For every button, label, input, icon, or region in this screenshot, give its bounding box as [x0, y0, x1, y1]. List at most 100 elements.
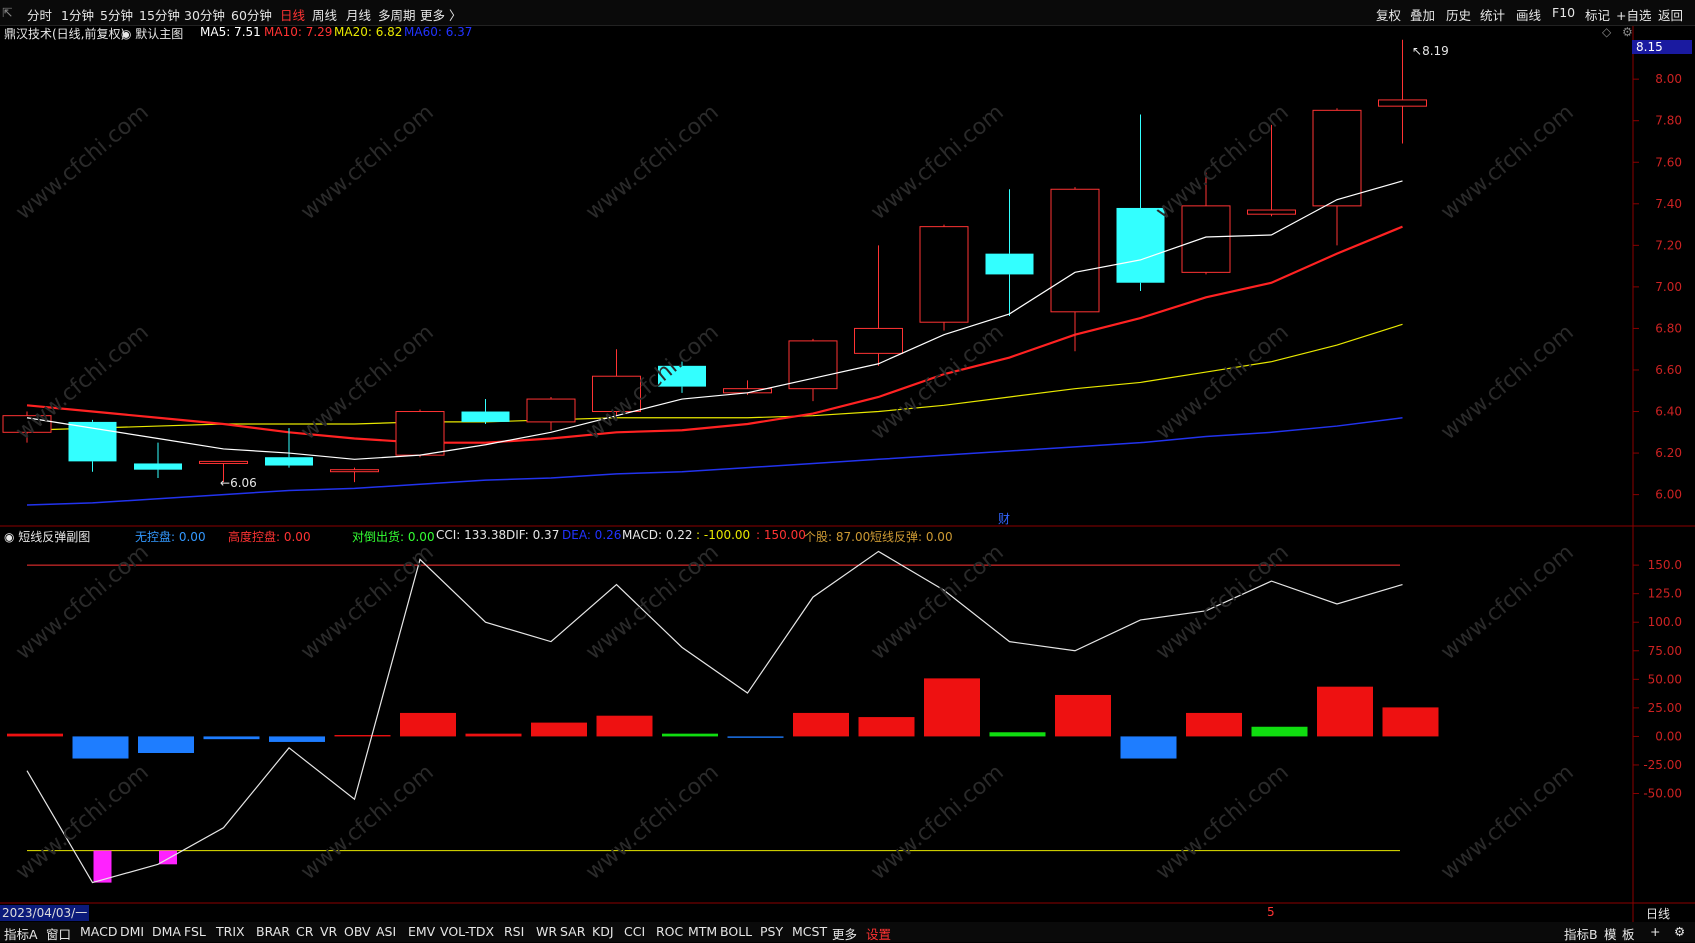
macd-bar	[1317, 686, 1373, 737]
macd-bar	[1186, 712, 1242, 737]
candle-body-down	[1116, 207, 1165, 283]
indicator-tab-12[interactable]: EMV	[408, 924, 435, 939]
candle-body-down	[265, 457, 313, 466]
indicator-tab-15[interactable]: WR	[536, 924, 557, 939]
price-tick-label: 7.20	[1655, 238, 1682, 252]
macd-bar	[727, 736, 784, 738]
indicator-tab-24[interactable]: 更多	[832, 924, 857, 943]
macd-bar	[793, 712, 849, 737]
price-tick-label: 6.40	[1655, 405, 1682, 419]
macd-bar	[465, 733, 522, 737]
indicator-tab-4[interactable]: DMA	[152, 924, 181, 939]
indicator-tab-9[interactable]: VR	[320, 924, 337, 939]
indicator-tab-1[interactable]: 窗口	[46, 924, 71, 943]
indicator-tab-10[interactable]: OBV	[344, 924, 371, 939]
sub-tick-label: -25.00	[1643, 758, 1682, 772]
macd-bar	[1120, 736, 1177, 759]
indicator-tab-5[interactable]: FSL	[184, 924, 206, 939]
macd-bar	[531, 722, 587, 737]
macd-bar	[858, 717, 915, 737]
candle-body-down	[985, 253, 1034, 275]
indicator-tab-14[interactable]: RSI	[504, 924, 524, 939]
date-cursor: 2023/04/03/一	[0, 905, 90, 921]
macd-bar	[72, 736, 129, 759]
candle-body-up	[1247, 209, 1296, 215]
macd-bar	[1251, 726, 1308, 737]
indicator-tab-22[interactable]: PSY	[760, 924, 783, 939]
indicator-tabs: 指标A 窗口 MACD DMI DMA FSL TRIX BRAR CR VR OBV ASI EMV V…	[0, 922, 1695, 942]
low-price-marker: ←6.06	[220, 476, 257, 490]
price-tick-label: 6.60	[1655, 363, 1682, 377]
candle-body-up	[526, 398, 576, 423]
price-tick-label: 7.00	[1655, 280, 1682, 294]
indicator-tab-23[interactable]: MCST	[792, 924, 827, 939]
candle-body-down	[461, 411, 510, 422]
finance-marker[interactable]: 财	[998, 510, 1010, 527]
macd-bar	[334, 735, 391, 737]
candle-body-up	[854, 327, 903, 354]
candle-body-up	[199, 460, 248, 464]
bottom-right-btn-3[interactable]: +	[1650, 924, 1660, 939]
price-tick-label: 7.60	[1655, 155, 1682, 169]
price-tick-label: 6.20	[1655, 446, 1682, 460]
indicator-tab-19[interactable]: ROC	[656, 924, 683, 939]
month-marker: 5	[1267, 905, 1275, 919]
high-price-value: 8.19	[1422, 44, 1449, 58]
price-tick-label: 7.40	[1655, 197, 1682, 211]
indicator-tab-13[interactable]: VOL-TDX	[440, 924, 494, 939]
candle-body-up	[919, 226, 969, 323]
indicator-tab-8[interactable]: CR	[296, 924, 313, 939]
sub-tick-label: 150.0	[1648, 558, 1682, 572]
candle-body-up	[1378, 99, 1427, 107]
indicator-tab-21[interactable]: BOLL	[720, 924, 752, 939]
macd-bar	[924, 678, 980, 737]
bottom-right-btn-2[interactable]: 板	[1622, 924, 1635, 943]
macd-bar	[203, 736, 260, 740]
high-price-marker: ↖8.19	[1412, 44, 1449, 58]
sub-tick-label: 100.0	[1648, 615, 1682, 629]
sub-tick-label: 25.00	[1648, 701, 1682, 715]
candle-body-up	[395, 411, 445, 456]
sub-tick-label: -50.00	[1643, 787, 1682, 801]
macd-bar	[400, 712, 456, 737]
indicator-tab-7[interactable]: BRAR	[256, 924, 290, 939]
candle-body-up	[330, 469, 379, 473]
price-tick-label: 7.80	[1655, 114, 1682, 128]
macd-bar	[138, 736, 194, 754]
low-price-value: 6.06	[230, 476, 257, 490]
current-price-tag: 8.15	[1632, 40, 1692, 54]
sub-tick-label: 50.00	[1648, 672, 1682, 686]
candle-body-down	[134, 463, 182, 470]
bottom-right-btn-1[interactable]: 模	[1604, 924, 1617, 943]
candle-body-up	[1181, 205, 1231, 273]
indicator-tab-11[interactable]: ASI	[376, 924, 396, 939]
macd-bar	[596, 715, 653, 737]
indicator-tab-6[interactable]: TRIX	[216, 924, 245, 939]
candle-body-up	[1312, 109, 1362, 207]
macd-bar	[662, 733, 718, 737]
macd-bar	[269, 736, 325, 742]
indicator-tab-17[interactable]: KDJ	[592, 924, 614, 939]
chart-canvas[interactable]: 8.00 7.80 7.60 7.40 7.20 7.00 6.80 6.60 6.40 6.20…	[0, 0, 1695, 942]
price-tick-label: 6.80	[1655, 321, 1682, 335]
indicator-tab-20[interactable]: MTM	[688, 924, 717, 939]
indicator-tab-25[interactable]: 设置	[866, 924, 891, 943]
period-label: 日线	[1646, 907, 1671, 921]
macd-bar	[1055, 694, 1111, 737]
indicator-tab-16[interactable]: SAR	[560, 924, 585, 939]
macd-bar	[1382, 707, 1439, 737]
bottom-right-btn-4[interactable]: ⚙	[1674, 924, 1685, 939]
bottom-right-btn-0[interactable]: 指标B	[1564, 924, 1598, 943]
price-tick-label: 8.00	[1655, 72, 1682, 86]
indicator-tab-0[interactable]: 指标A	[4, 924, 38, 943]
sub-tick-label: 125.0	[1648, 587, 1682, 601]
indicator-tab-18[interactable]: CCI	[624, 924, 645, 939]
macd-bar	[989, 732, 1046, 737]
price-tick-label: 6.00	[1655, 488, 1682, 502]
candle-body-up	[1050, 188, 1100, 313]
indicator-tab-3[interactable]: DMI	[120, 924, 144, 939]
macd-bar	[7, 733, 63, 737]
indicator-tab-2[interactable]: MACD	[80, 924, 117, 939]
sub-tick-label: 0.00	[1655, 729, 1682, 743]
sub-tick-label: 75.00	[1648, 644, 1682, 658]
